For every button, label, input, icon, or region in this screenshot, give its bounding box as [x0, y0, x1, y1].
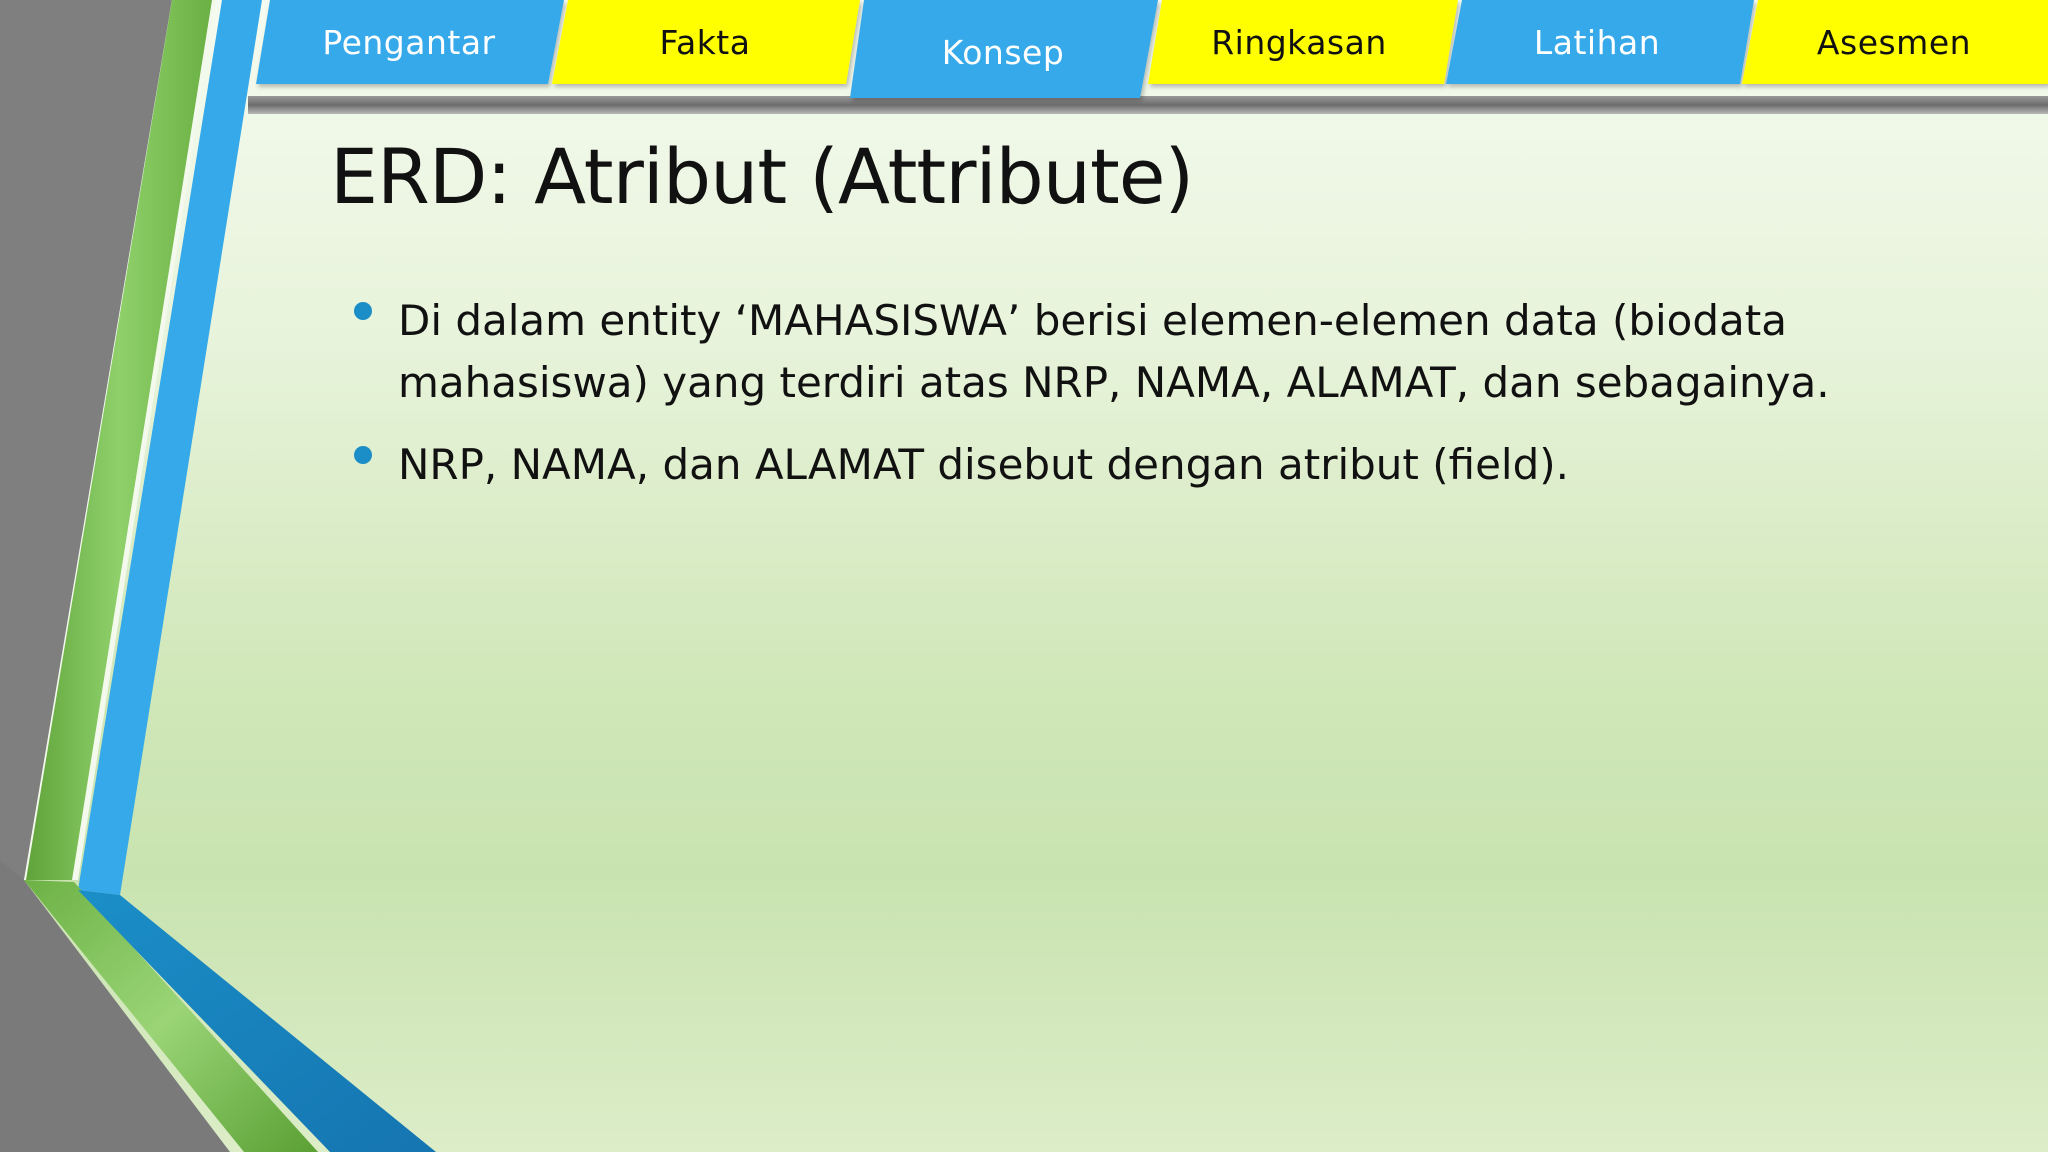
- tab-ringkasan[interactable]: Ringkasan: [1148, 0, 1450, 84]
- bullet-item: Di dalam entity ‘MAHASISWA’ berisi eleme…: [350, 290, 1950, 414]
- tab-asesmen[interactable]: Asesmen: [1742, 0, 2046, 84]
- bullet-list: Di dalam entity ‘MAHASISWA’ berisi eleme…: [350, 290, 1950, 516]
- bullet-item: NRP, NAMA, dan ALAMAT disebut dengan atr…: [350, 434, 1950, 496]
- bullet-text: Di dalam entity ‘MAHASISWA’ berisi eleme…: [398, 296, 1830, 407]
- slide: Pengantar Fakta Konsep Ringkasan Latihan…: [0, 0, 2048, 1152]
- bullet-text: NRP, NAMA, dan ALAMAT disebut dengan atr…: [398, 440, 1569, 489]
- tab-fakta[interactable]: Fakta: [554, 0, 856, 84]
- tab-konsep[interactable]: Konsep: [850, 10, 1156, 94]
- slide-title: ERD: Atribut (Attribute): [330, 132, 1194, 221]
- bullet-icon: [354, 302, 372, 320]
- bullet-icon: [354, 446, 372, 464]
- header-shelf: [248, 96, 2048, 114]
- tab-pengantar[interactable]: Pengantar: [258, 0, 560, 84]
- tab-latihan[interactable]: Latihan: [1446, 0, 1748, 84]
